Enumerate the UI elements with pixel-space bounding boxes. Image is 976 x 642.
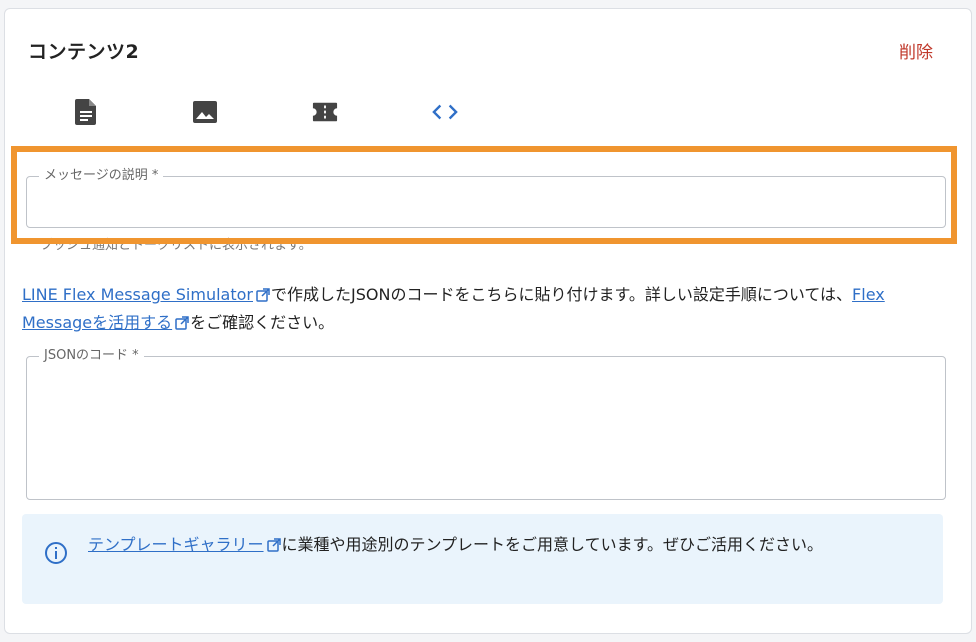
- external-link-icon: [175, 316, 189, 330]
- json-code-label: JSONのコード *: [39, 348, 144, 364]
- description-helper-text: プッシュ通知とトークリストに表示されます。: [40, 238, 312, 253]
- instructions-text-2: をご確認ください。: [190, 313, 335, 332]
- json-code-textarea[interactable]: [27, 357, 945, 499]
- external-link-icon: [266, 538, 281, 552]
- document-icon: [75, 99, 96, 125]
- instructions-text: LINE Flex Message Simulator で作成したJSONのコード…: [22, 281, 952, 337]
- message-description-label: メッセージの説明 *: [39, 168, 164, 184]
- message-description-input[interactable]: [27, 177, 945, 227]
- template-gallery-info: テンプレートギャラリー に業種や用途別のテンプレートをご用意しています。ぜひご活用…: [22, 514, 943, 604]
- instructions-text-1: で作成したJSONのコードをこちらに貼り付けます。詳しい設定手順については、: [271, 285, 853, 304]
- tab-coupon[interactable]: [312, 99, 338, 125]
- simulator-link[interactable]: LINE Flex Message Simulator: [22, 285, 253, 304]
- content-title: コンテンツ2: [28, 41, 140, 63]
- ticket-icon: [312, 102, 338, 122]
- tab-image[interactable]: [192, 99, 218, 125]
- info-text: テンプレートギャラリー に業種や用途別のテンプレートをご用意しています。ぜひご活用…: [88, 531, 928, 559]
- message-description-field[interactable]: メッセージの説明 *: [26, 168, 946, 228]
- template-gallery-link[interactable]: テンプレートギャラリー: [88, 535, 264, 554]
- tab-text[interactable]: [73, 99, 99, 125]
- tab-json[interactable]: [432, 99, 458, 125]
- image-icon: [193, 101, 217, 123]
- info-icon: [45, 542, 67, 564]
- delete-button[interactable]: 削除: [899, 38, 933, 63]
- code-icon: [432, 104, 458, 120]
- info-body-text: に業種や用途別のテンプレートをご用意しています。ぜひご活用ください。: [281, 535, 823, 554]
- external-link-icon: [256, 288, 270, 302]
- json-code-field[interactable]: JSONのコード *: [26, 348, 946, 500]
